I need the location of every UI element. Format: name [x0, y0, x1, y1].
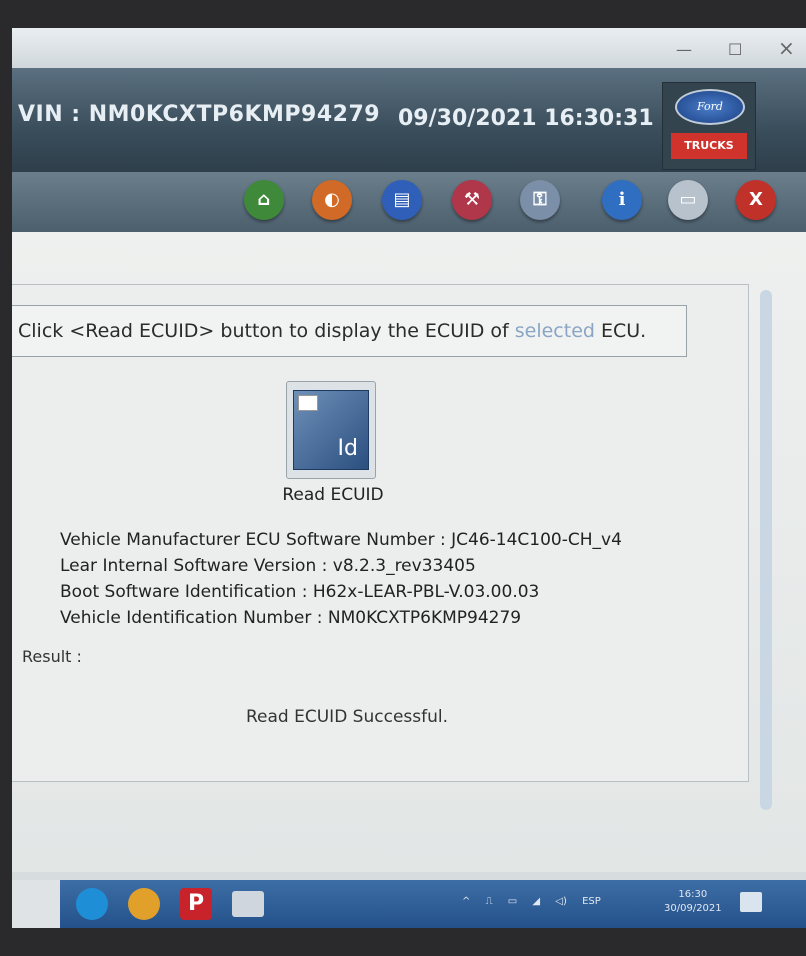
home-icon[interactable]: ⌂ — [244, 180, 284, 220]
exit-icon[interactable]: X — [736, 180, 776, 220]
main-content: Click <Read ECUID> button to display the… — [12, 232, 806, 872]
vehicle-icon[interactable]: ◐ — [312, 180, 352, 220]
brand-logo: Ford TRUCKS — [662, 82, 756, 170]
taskbar-clock[interactable]: 16:30 30/09/2021 — [664, 888, 722, 916]
datetime-label: 09/30/2021 16:30:31 — [398, 106, 654, 131]
info-line: Vehicle Identification Number : NM0KCXTP… — [60, 608, 522, 628]
instruction-faded: selected — [514, 320, 595, 342]
result-label: Result : — [22, 647, 82, 666]
read-ecuid-label[interactable]: Read ECUID — [278, 485, 388, 505]
instruction-end: ECU. — [594, 320, 647, 342]
app-header: VIN : NM0KCXTP6KMP94279 09/30/2021 16:30… — [12, 68, 806, 172]
info-icon[interactable]: i — [602, 180, 642, 220]
ecuid-panel: Click <Read ECUID> button to display the… — [12, 284, 749, 782]
id-glyph: Id — [337, 436, 358, 461]
usb-icon: ⎍ — [485, 896, 493, 907]
vin-label: VIN : NM0KCXTP6KMP94279 — [18, 102, 381, 127]
screen: — ☐ × VIN : NM0KCXTP6KMP94279 09/30/2021… — [12, 28, 806, 928]
info-line: Lear Internal Software Version : v8.2.3_… — [60, 556, 476, 576]
read-ecuid-button[interactable]: Id — [286, 381, 376, 479]
instruction-start: Click <Read ECUID> button to display the… — [18, 320, 515, 342]
result-message: Read ECUID Successful. — [246, 707, 448, 727]
p-app-icon[interactable]: P — [180, 888, 212, 920]
chrome-icon[interactable] — [128, 888, 160, 920]
mini-card-icon — [298, 395, 318, 411]
windows-taskbar: P ^ ⎍ ▭ ◢ ◁) ESP 16:30 30/09/2021 — [12, 880, 806, 928]
info-line: Vehicle Manufacturer ECU Software Number… — [60, 530, 622, 550]
start-area[interactable] — [12, 880, 60, 928]
close-button[interactable]: × — [778, 36, 795, 60]
clock-date: 30/09/2021 — [664, 903, 722, 914]
toolbar: ⌂ ◐ ▤ ⚒ ⚿ i ▭ X — [12, 172, 806, 232]
ford-logo-icon: Ford — [675, 89, 745, 125]
window-icon[interactable]: ▭ — [668, 180, 708, 220]
language-indicator[interactable]: ESP — [582, 896, 601, 907]
window-title-bar: — ☐ × — [12, 28, 806, 70]
trucks-badge: TRUCKS — [671, 133, 747, 159]
instruction-text: Click <Read ECUID> button to display the… — [12, 305, 687, 357]
volume-icon: ◁) — [555, 896, 567, 907]
vertical-scrollbar[interactable] — [760, 290, 772, 810]
ecuid-icon: Id — [293, 390, 369, 470]
diagnostic-app-icon[interactable] — [232, 891, 264, 917]
edge-icon[interactable] — [76, 888, 108, 920]
system-tray: ^ ⎍ ▭ ◢ ◁) ESP — [462, 896, 613, 907]
network-icon: ◢ — [532, 896, 541, 907]
key-icon[interactable]: ⚿ — [520, 180, 560, 220]
notification-icon[interactable] — [740, 892, 762, 912]
maximize-button[interactable]: ☐ — [728, 40, 742, 59]
document-icon[interactable]: ▤ — [382, 180, 422, 220]
ecu-info-block: Vehicle Manufacturer ECU Software Number… — [60, 527, 622, 631]
toolbox-icon[interactable]: ⚒ — [452, 180, 492, 220]
minimize-button[interactable]: — — [676, 40, 692, 59]
tray-chevron-icon[interactable]: ^ — [462, 896, 470, 907]
battery-icon: ▭ — [507, 896, 518, 907]
clock-time: 16:30 — [678, 889, 708, 900]
info-line: Boot Software Identification : H62x-LEAR… — [60, 582, 540, 602]
